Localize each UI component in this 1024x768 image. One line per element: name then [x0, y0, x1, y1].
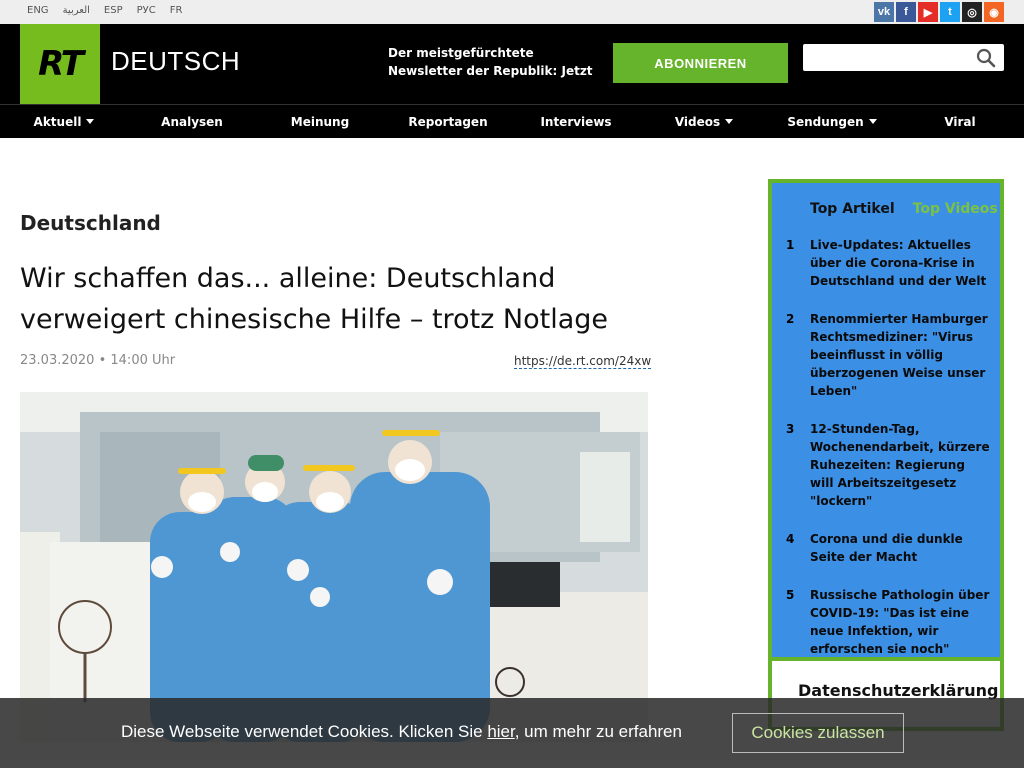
lang-arabic[interactable]: العربية — [63, 5, 90, 16]
nav-meinung[interactable]: Meinung — [256, 105, 384, 138]
lang-fr[interactable]: FR — [170, 5, 183, 16]
cookie-info-link[interactable]: hier — [487, 722, 514, 741]
item-title[interactable]: Corona und die dunkle Seite der Macht — [810, 530, 992, 566]
nav-label: Interviews — [540, 114, 612, 129]
lang-eng[interactable]: ENG — [27, 5, 49, 16]
nav-viral[interactable]: Viral — [896, 105, 1024, 138]
item-number: 2 — [786, 312, 795, 326]
social-links: vk f ▶ t ◎ ◉ — [874, 2, 1004, 22]
article-photo[interactable] — [20, 392, 648, 742]
language-list: ENG العربية ESP РУС FR — [27, 5, 196, 16]
item-title[interactable]: Russische Pathologin über COVID-19: "Das… — [810, 586, 992, 658]
item-title[interactable]: Live-Updates: Aktuelles über die Corona-… — [810, 236, 992, 290]
main-nav: Aktuell Analysen Meinung Reportagen Inte… — [0, 104, 1024, 138]
nav-analysen[interactable]: Analysen — [128, 105, 256, 138]
youtube-icon[interactable]: ▶ — [918, 2, 938, 22]
item-title[interactable]: 12-Stunden-Tag, Wochenendarbeit, kürzere… — [810, 420, 992, 510]
rss-icon[interactable]: ◉ — [984, 2, 1004, 22]
medical-staff-photo — [20, 392, 648, 742]
article-date: 23.03.2020 — [20, 353, 95, 368]
item-number: 5 — [786, 588, 795, 602]
top-articles-list: 1 Live-Updates: Aktuelles über die Coron… — [786, 236, 992, 678]
nav-interviews[interactable]: Interviews — [512, 105, 640, 138]
article-headline: Wir schaffen das... alleine: Deutschland… — [20, 263, 609, 335]
tab-top-articles[interactable]: Top Artikel — [810, 201, 895, 217]
item-title[interactable]: Renommierter Hamburger Rechtsmediziner: … — [810, 310, 992, 400]
article-dateline: 23.03.2020 • 14:00 Uhr — [20, 353, 175, 368]
accept-cookies-button[interactable]: Cookies zulassen — [732, 713, 904, 753]
subscribe-button[interactable]: ABONNIEREN — [613, 43, 788, 83]
search-icon[interactable] — [976, 48, 996, 68]
item-number: 3 — [786, 422, 795, 436]
list-item[interactable]: 1 Live-Updates: Aktuelles über die Coron… — [786, 236, 992, 290]
article-section[interactable]: Deutschland — [20, 211, 161, 235]
dot-separator: • — [98, 353, 111, 368]
language-bar: ENG العربية ESP РУС FR vk f ▶ t ◎ ◉ — [0, 0, 1024, 24]
chevron-down-icon — [725, 119, 734, 124]
cookie-message: Diese Webseite verwendet Cookies. Klicke… — [121, 722, 682, 742]
article-time: 14:00 Uhr — [110, 353, 176, 368]
vk-icon[interactable]: vk — [874, 2, 894, 22]
nav-label: Videos — [674, 114, 721, 129]
list-item[interactable]: 4 Corona und die dunkle Seite der Macht — [786, 530, 992, 566]
cookie-text-after: , um mehr zu erfahren — [514, 722, 682, 741]
nav-label: Meinung — [290, 114, 350, 129]
list-item[interactable]: 5 Russische Pathologin über COVID-19: "D… — [786, 586, 992, 658]
facebook-icon[interactable]: f — [896, 2, 916, 22]
nav-label: Reportagen — [408, 114, 488, 129]
list-item[interactable]: 3 12-Stunden-Tag, Wochenendarbeit, kürze… — [786, 420, 992, 510]
search-input[interactable] — [803, 44, 973, 71]
article-shortlink[interactable]: https://de.rt.com/24xw — [514, 354, 652, 369]
nav-label: Aktuell — [33, 114, 82, 129]
brand-name[interactable]: DEUTSCH — [111, 46, 240, 77]
newsletter-promo[interactable]: Der meistgefürchtete Newsletter der Repu… — [388, 44, 598, 80]
lang-esp[interactable]: ESP — [104, 5, 123, 16]
nav-aktuell[interactable]: Aktuell — [0, 105, 128, 138]
nav-label: Viral — [944, 114, 976, 129]
instagram-icon[interactable]: ◎ — [962, 2, 982, 22]
rt-logo[interactable]: RT — [20, 24, 100, 104]
top-articles-sidebar: Top Artikel Top Videos 1 Live-Updates: A… — [768, 179, 1004, 661]
nav-videos[interactable]: Videos — [640, 105, 768, 138]
chevron-down-icon — [86, 119, 95, 124]
lang-rus[interactable]: РУС — [137, 5, 156, 16]
nav-label: Sendungen — [787, 114, 864, 129]
logo-text: RT — [38, 44, 84, 84]
item-number: 4 — [786, 532, 795, 546]
sidebar-tabs: Top Artikel Top Videos — [810, 201, 998, 217]
list-item[interactable]: 2 Renommierter Hamburger Rechtsmediziner… — [786, 310, 992, 400]
nav-reportagen[interactable]: Reportagen — [384, 105, 512, 138]
cookie-text-before: Diese Webseite verwendet Cookies. Klicke… — [121, 722, 488, 741]
chevron-down-icon — [868, 119, 877, 124]
item-number: 1 — [786, 238, 795, 252]
cookie-banner: Diese Webseite verwendet Cookies. Klicke… — [0, 698, 1024, 768]
tab-top-videos[interactable]: Top Videos — [913, 201, 998, 217]
nav-label: Analysen — [161, 114, 223, 129]
nav-sendungen[interactable]: Sendungen — [768, 105, 896, 138]
twitter-icon[interactable]: t — [940, 2, 960, 22]
site-header: RT DEUTSCH Der meistgefürchtete Newslett… — [0, 24, 1024, 104]
search-box — [803, 44, 1004, 71]
